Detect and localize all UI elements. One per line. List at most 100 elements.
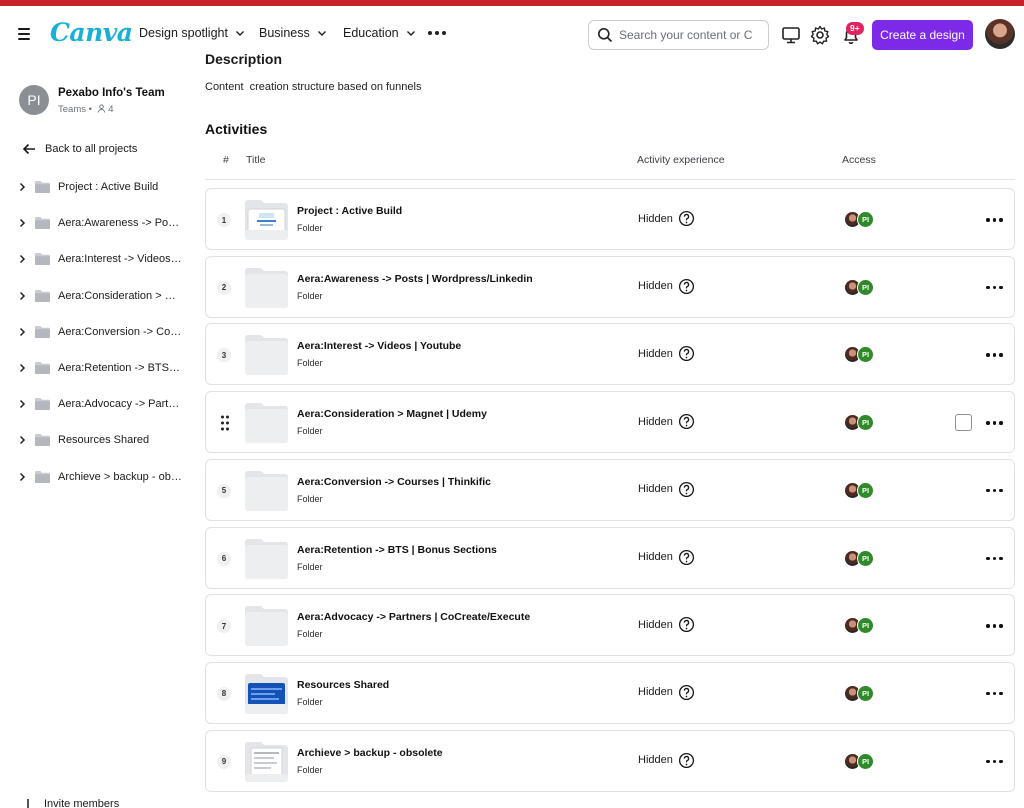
activity-row[interactable]: 8 Resources Shared Folder Hidden PI <box>205 661 1015 724</box>
nav-business[interactable]: Business <box>259 26 328 40</box>
row-more-icon[interactable] <box>986 488 1003 493</box>
row-more-icon[interactable] <box>986 353 1003 357</box>
row-more-icon[interactable] <box>986 759 1003 764</box>
chevron-right-icon[interactable] <box>17 399 27 409</box>
sidebar-folder-item[interactable]: Archieve > backup - obsolete <box>17 467 189 487</box>
help-circle-icon[interactable] <box>678 684 695 701</box>
row-more-icon[interactable] <box>986 285 1003 290</box>
access-avatars[interactable]: PI <box>844 414 878 432</box>
invite-members-link[interactable]: Invite members <box>22 798 119 808</box>
folder-thumbnail <box>245 538 288 579</box>
sidebar-folder-item[interactable]: Resources Shared <box>17 430 189 450</box>
chevron-right-icon[interactable] <box>17 254 27 264</box>
activity-row[interactable]: 6 Aera:Retention -> BTS | Bonus Sections F… <box>205 526 1015 589</box>
row-title[interactable]: Archieve > backup - obsolete <box>297 747 443 759</box>
activity-row[interactable]: 3 Aera:Interest -> Videos | Youtube Folder… <box>205 323 1015 386</box>
row-title[interactable]: Resources Shared <box>297 679 389 691</box>
sidebar-folder-item[interactable]: Aera:Conversion -> Courses | Thinkific <box>17 322 189 342</box>
team-avatar-small: PI <box>857 211 874 228</box>
row-more-icon[interactable] <box>986 691 1003 696</box>
activity-row[interactable]: 2 Aera:Awareness -> Posts | Wordpress/Lin… <box>205 255 1015 318</box>
row-number: 2 <box>217 280 231 295</box>
activity-row[interactable]: 1 Project : Active Build Folder Hidden PI <box>205 188 1015 250</box>
notification-badge: 9+ <box>846 22 864 35</box>
chevron-right-icon[interactable] <box>17 291 27 301</box>
access-avatars[interactable]: PI <box>844 752 878 771</box>
help-circle-icon[interactable] <box>678 210 695 227</box>
row-more-icon[interactable] <box>986 218 1003 222</box>
select-checkbox[interactable] <box>955 414 972 432</box>
search-input[interactable] <box>619 28 759 42</box>
activity-row[interactable]: 9 Archieve > backup - obsolete Folder Hidde… <box>205 729 1015 792</box>
access-avatars[interactable]: PI <box>844 617 878 635</box>
row-number: 7 <box>217 619 231 634</box>
chevron-right-icon[interactable] <box>17 327 27 337</box>
help-circle-icon[interactable] <box>678 752 695 769</box>
nav-label: Design spotlight <box>139 26 228 40</box>
settings-gear-icon[interactable] <box>809 24 831 46</box>
desktop-app-icon[interactable] <box>780 24 802 46</box>
header-divider <box>205 179 1015 180</box>
sidebar-folder-item[interactable]: Project : Active Build <box>17 177 189 197</box>
chevron-down-icon <box>317 31 326 36</box>
sidebar-folder-item[interactable]: Aera:Consideration > Magnet | Udemy <box>17 286 189 306</box>
row-title[interactable]: Aera:Advocacy -> Partners | CoCreate/Exe… <box>297 611 530 623</box>
sidebar-folder-item[interactable]: Aera:Awareness -> Posts | Wordpress/Link… <box>17 213 189 233</box>
row-type: Folder <box>297 290 323 301</box>
chevron-right-icon[interactable] <box>17 182 27 192</box>
menu-icon[interactable] <box>14 26 34 42</box>
row-number: 1 <box>217 213 231 227</box>
folder-icon <box>35 217 50 230</box>
column-header-title[interactable]: Title <box>246 154 265 166</box>
create-design-button[interactable]: Create a design <box>872 20 973 50</box>
member-count: 4 <box>108 104 114 115</box>
chevron-right-icon[interactable] <box>17 363 27 373</box>
help-circle-icon[interactable] <box>678 345 695 362</box>
row-more-icon[interactable] <box>986 421 1003 425</box>
row-title[interactable]: Aera:Consideration > Magnet | Udemy <box>297 408 487 420</box>
access-avatars[interactable]: PI <box>844 549 878 568</box>
sidebar-folder-item[interactable]: Aera:Interest -> Videos | Youtube <box>17 249 189 269</box>
access-avatars[interactable]: PI <box>844 481 878 500</box>
row-title[interactable]: Aera:Interest -> Videos | Youtube <box>297 340 461 352</box>
access-avatars[interactable]: PI <box>844 211 878 229</box>
activity-row[interactable]: 7 Aera:Advocacy -> Partners | CoCreate/Ex… <box>205 594 1015 657</box>
nav-design-spotlight[interactable]: Design spotlight <box>139 26 246 40</box>
team-type: Teams • <box>58 104 92 115</box>
visibility-label: Hidden <box>638 754 673 767</box>
row-title[interactable]: Aera:Retention -> BTS | Bonus Sections <box>297 544 497 556</box>
drag-handle-icon[interactable] <box>220 414 230 432</box>
row-title[interactable]: Project : Active Build <box>297 205 402 217</box>
access-avatars[interactable]: PI <box>844 346 878 364</box>
help-circle-icon[interactable] <box>678 413 695 430</box>
sidebar-folder-item[interactable]: Aera:Advocacy -> Partners | CoCreate/Exe… <box>17 394 189 414</box>
visibility-label: Hidden <box>638 415 673 428</box>
chevron-right-icon[interactable] <box>17 435 27 445</box>
column-header-number: # <box>223 154 229 166</box>
visibility-status: Hidden <box>638 684 695 701</box>
chevron-right-icon[interactable] <box>17 472 27 482</box>
user-avatar[interactable] <box>985 19 1015 49</box>
search-box[interactable] <box>588 20 769 50</box>
row-title[interactable]: Aera:Conversion -> Courses | Thinkific <box>297 476 491 488</box>
folder-icon <box>35 181 50 193</box>
help-circle-icon[interactable] <box>678 278 695 295</box>
sidebar-folder-item[interactable]: Aera:Retention -> BTS | Bonus Sections <box>17 358 189 378</box>
chevron-right-icon[interactable] <box>17 218 27 228</box>
folder-thumbnail <box>245 673 288 714</box>
row-more-icon[interactable] <box>986 624 1003 628</box>
nav-more-icon[interactable] <box>428 31 446 35</box>
row-title[interactable]: Aera:Awareness -> Posts | Wordpress/Link… <box>297 273 533 285</box>
row-more-icon[interactable] <box>986 556 1003 560</box>
canva-logo[interactable]: Canva <box>50 18 133 47</box>
visibility-status: Hidden <box>638 413 695 430</box>
back-to-projects-link[interactable]: Back to all projects <box>22 143 137 155</box>
help-circle-icon[interactable] <box>678 616 695 633</box>
access-avatars[interactable]: PI <box>844 684 878 703</box>
activity-row[interactable]: 5 Aera:Conversion -> Courses | Thinkific F… <box>205 458 1015 521</box>
help-circle-icon[interactable] <box>678 481 695 498</box>
nav-education[interactable]: Education <box>343 26 417 40</box>
help-circle-icon[interactable] <box>678 549 695 566</box>
access-avatars[interactable]: PI <box>844 278 878 297</box>
activity-row[interactable]: Aera:Consideration > Magnet | Udemy Folde… <box>205 391 1015 454</box>
